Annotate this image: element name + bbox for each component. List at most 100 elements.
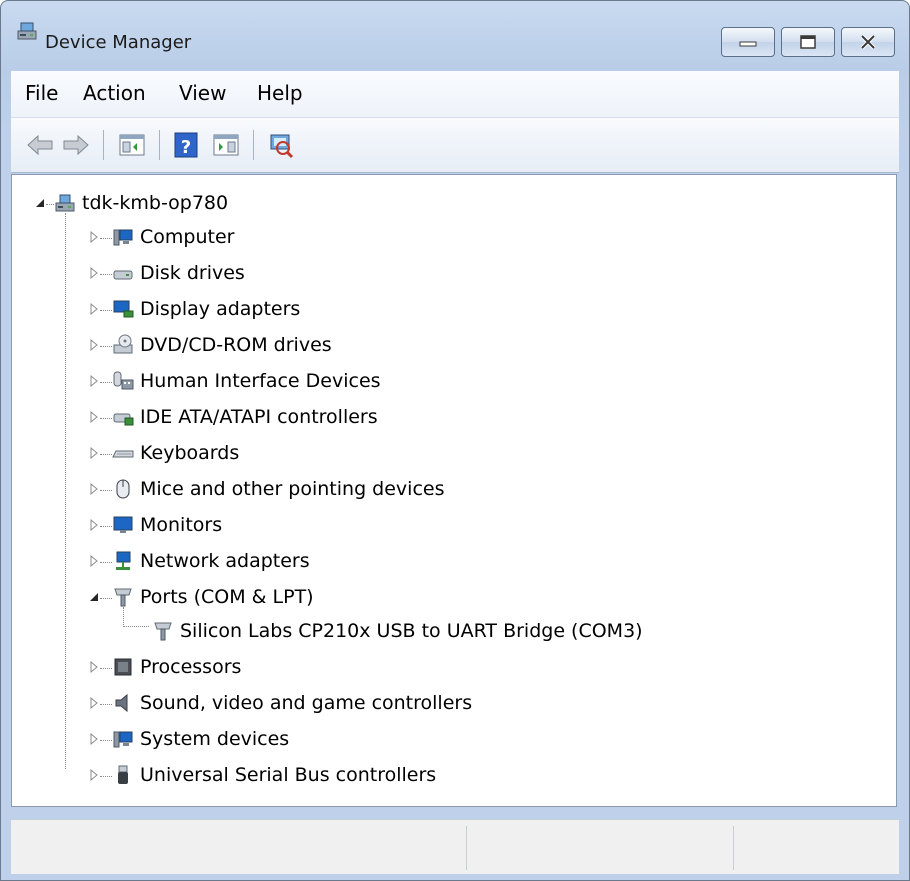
maximize-button[interactable] — [781, 27, 835, 57]
back-arrow-icon[interactable] — [25, 130, 55, 160]
tree-item-monitors[interactable]: Monitors — [12, 509, 892, 541]
close-button[interactable] — [841, 27, 895, 57]
tree-item-human-interface-devices[interactable]: Human Interface Devices — [12, 365, 892, 397]
tree-line — [100, 526, 112, 527]
tree-item-label: Processors — [140, 656, 242, 678]
minimize-icon — [739, 41, 757, 47]
tree-item-label: Disk drives — [140, 262, 245, 284]
help-icon[interactable]: ? — [171, 130, 201, 160]
tree-item-mice[interactable]: Mice and other pointing devices — [12, 473, 892, 505]
tree-item-sound-video-game[interactable]: Sound, video and game controllers — [12, 687, 892, 719]
expand-arrow-icon[interactable] — [88, 733, 100, 745]
ide-controller-icon — [113, 413, 134, 426]
tree-item-label: Network adapters — [140, 550, 310, 572]
toolbar: ? — [11, 118, 899, 173]
expand-arrow-icon[interactable] — [88, 447, 100, 459]
expand-arrow-icon[interactable] — [88, 769, 100, 781]
status-pane — [466, 826, 733, 870]
tree-item-label: Human Interface Devices — [140, 370, 381, 392]
tree-line — [100, 704, 112, 705]
caption-buttons — [721, 27, 895, 57]
title-bar[interactable]: Device Manager — [1, 1, 909, 69]
tree-line — [100, 346, 112, 347]
tree-item-processors[interactable]: Processors — [12, 651, 892, 683]
disk-drive-icon — [113, 270, 133, 280]
expand-arrow-icon[interactable] — [88, 267, 100, 279]
tree-line — [100, 490, 112, 491]
hid-icon — [113, 371, 134, 390]
tree-line — [100, 274, 112, 275]
tree-item-usb-controllers[interactable]: Universal Serial Bus controllers — [12, 759, 892, 791]
tree-line — [100, 382, 112, 383]
expand-arrow-icon[interactable] — [88, 697, 100, 709]
tree-item-keyboards[interactable]: Keyboards — [12, 437, 892, 469]
network-adapter-icon — [116, 551, 131, 570]
tree-item-ide-controllers[interactable]: IDE ATA/ATAPI controllers — [12, 401, 892, 433]
collapse-arrow-icon[interactable] — [34, 197, 46, 209]
expand-arrow-icon[interactable] — [88, 339, 100, 351]
tree-item-ports[interactable]: Ports (COM & LPT) — [12, 581, 892, 613]
expand-arrow-icon[interactable] — [88, 303, 100, 315]
tree-item-label: IDE ATA/ATAPI controllers — [140, 406, 378, 428]
tree-item-label: Ports (COM & LPT) — [140, 586, 314, 608]
port-icon — [114, 588, 132, 607]
status-pane — [733, 826, 894, 870]
scan-hardware-icon[interactable] — [265, 130, 295, 160]
menu-file[interactable]: File — [25, 81, 58, 105]
tree-item-network-adapters[interactable]: Network adapters — [12, 545, 892, 577]
speaker-icon — [115, 693, 128, 713]
expand-arrow-icon[interactable] — [88, 231, 100, 243]
tree-item-label: Mice and other pointing devices — [140, 478, 445, 500]
tree-line — [100, 776, 112, 777]
toolbar-separator — [159, 130, 160, 160]
menu-help[interactable]: Help — [257, 81, 303, 105]
keyboard-icon — [112, 450, 134, 458]
status-bar — [11, 819, 899, 874]
minimize-button[interactable] — [721, 27, 775, 57]
menu-action[interactable]: Action — [83, 81, 146, 105]
device-manager-icon — [17, 22, 37, 40]
expand-arrow-icon[interactable] — [88, 555, 100, 567]
tree-item-computer[interactable]: Computer — [12, 221, 892, 253]
expand-arrow-icon[interactable] — [88, 411, 100, 423]
expand-arrow-icon[interactable] — [88, 519, 100, 531]
menu-view[interactable]: View — [179, 81, 226, 105]
tree-item-label: Universal Serial Bus controllers — [140, 764, 437, 786]
tree-line — [100, 668, 112, 669]
expand-arrow-icon[interactable] — [88, 375, 100, 387]
device-manager-window: Device Manager File Action View Help ? t… — [0, 0, 910, 881]
tree-line — [100, 310, 112, 311]
tree-item-dvd-cdrom-drives[interactable]: DVD/CD-ROM drives — [12, 329, 892, 361]
close-icon — [860, 35, 876, 49]
tree-item-label: System devices — [140, 728, 290, 750]
tree-item-disk-drives[interactable]: Disk drives — [12, 257, 892, 289]
properties-icon[interactable] — [211, 130, 241, 160]
tree-line — [100, 740, 112, 741]
tree-line — [123, 626, 149, 627]
tree-item-label: Computer — [140, 226, 235, 248]
dvd-drive-icon — [113, 334, 133, 354]
tree-line — [100, 238, 112, 239]
collapse-arrow-icon[interactable] — [88, 591, 100, 603]
expand-arrow-icon[interactable] — [88, 483, 100, 495]
computer-icon — [113, 229, 133, 246]
usb-icon — [118, 765, 128, 784]
device-tree[interactable]: tdk-kmb-op780 Computer Disk drives Displ… — [11, 174, 897, 807]
show-hide-tree-icon[interactable] — [117, 130, 147, 160]
expand-arrow-icon[interactable] — [88, 661, 100, 673]
tree-item-label: Display adapters — [140, 298, 301, 320]
port-icon — [154, 622, 172, 641]
computer-workstation-icon — [55, 194, 75, 212]
tree-item-display-adapters[interactable]: Display adapters — [12, 293, 892, 325]
tree-item-system-devices[interactable]: System devices — [12, 723, 892, 755]
tree-item-label: Sound, video and game controllers — [140, 692, 473, 714]
tree-item-silicon-labs-port[interactable]: Silicon Labs CP210x USB to UART Bridge (… — [12, 615, 892, 647]
monitor-icon — [113, 516, 133, 533]
tree-item-label: Monitors — [140, 514, 223, 536]
tree-line — [100, 454, 112, 455]
tree-item-label: DVD/CD-ROM drives — [140, 334, 332, 356]
forward-arrow-icon[interactable] — [61, 130, 91, 160]
tree-root[interactable]: tdk-kmb-op780 — [12, 187, 892, 219]
tree-line — [46, 204, 54, 205]
display-adapter-icon — [113, 300, 134, 318]
